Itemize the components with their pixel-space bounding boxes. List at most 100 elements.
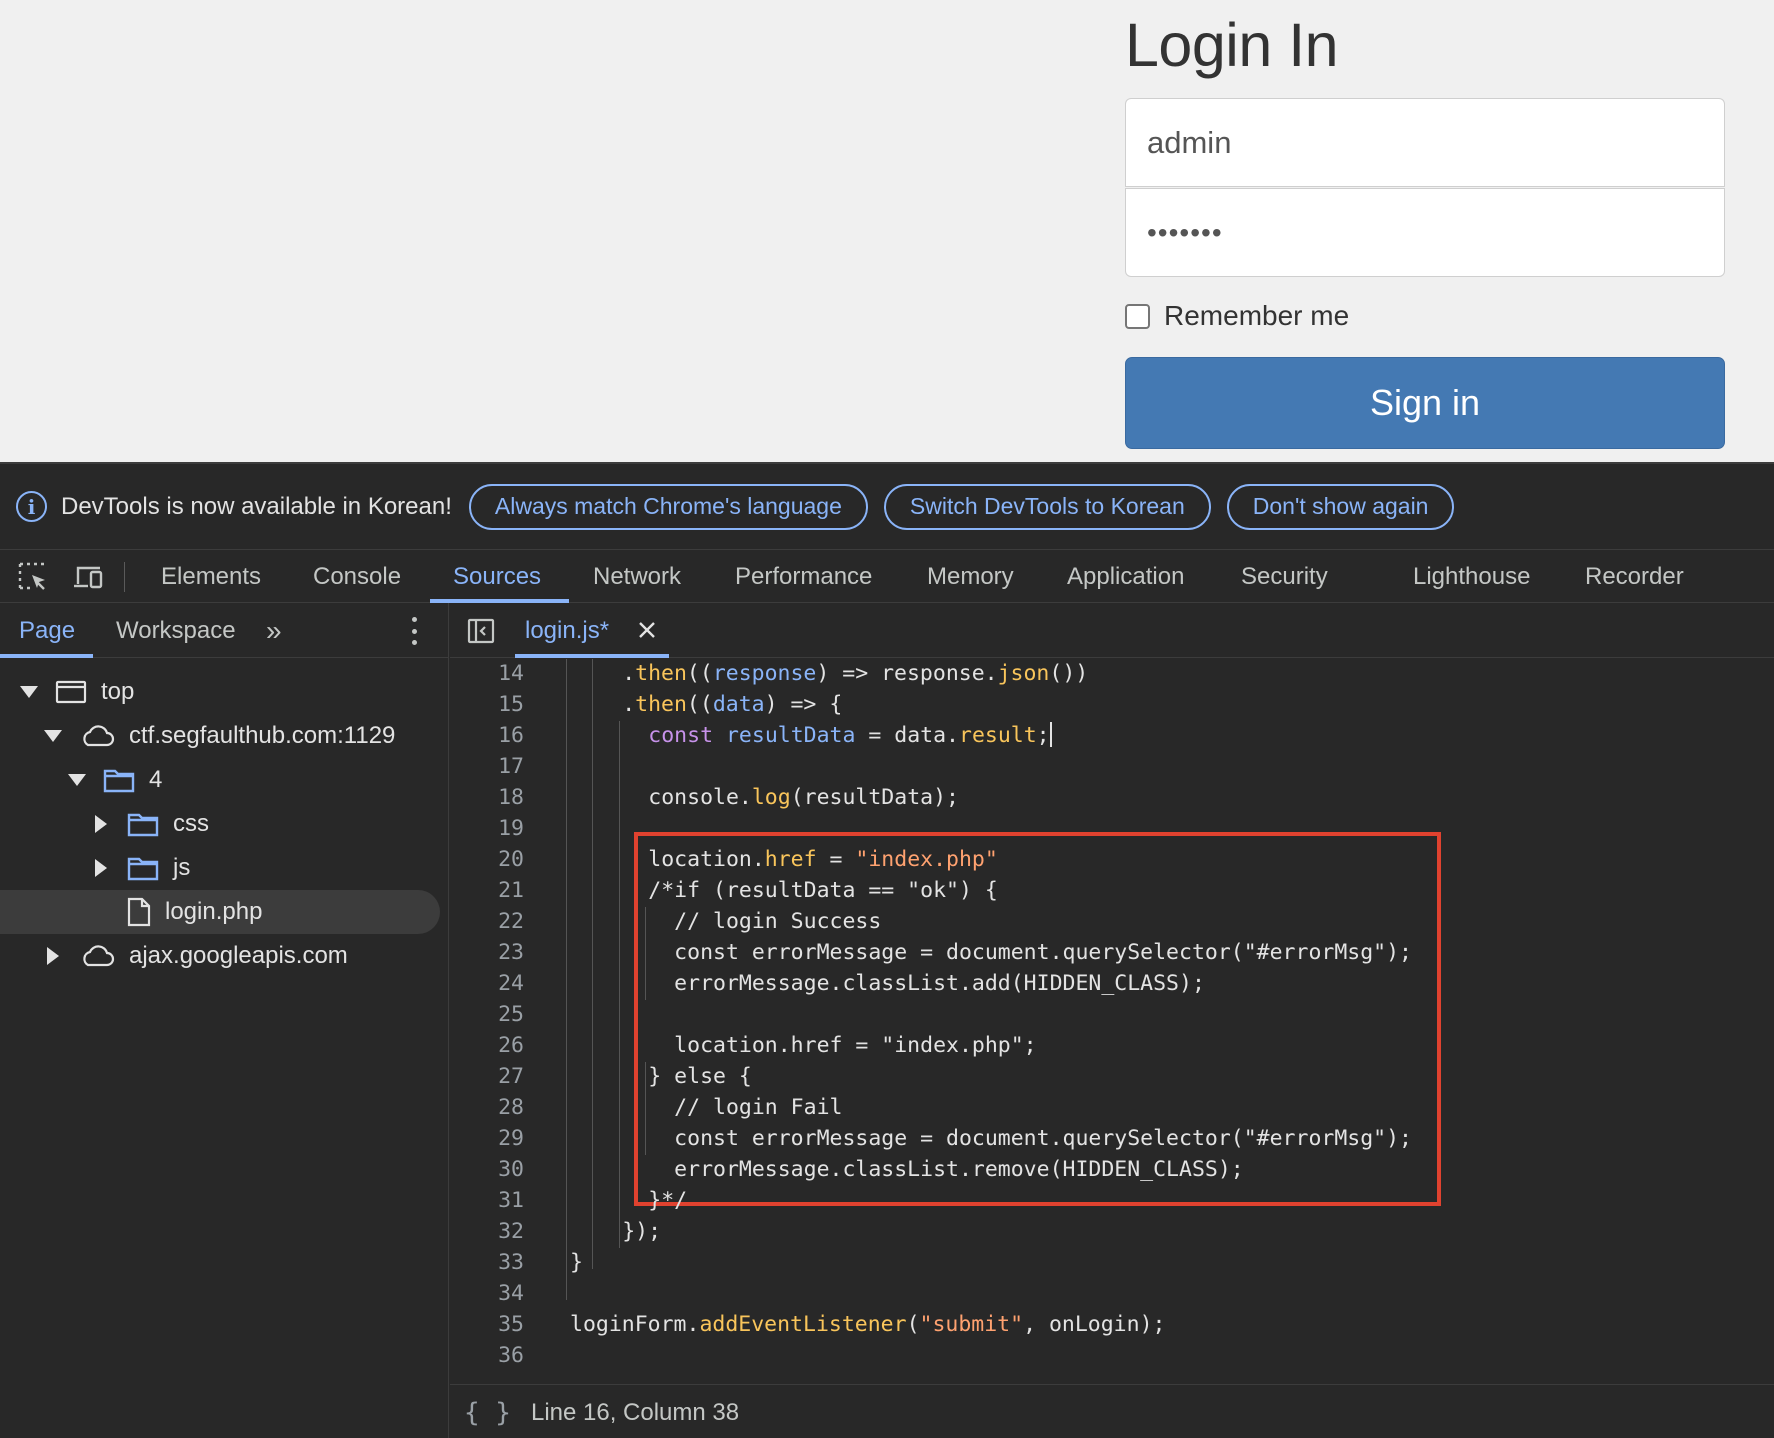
code-line[interactable]: 36 <box>450 1340 1774 1371</box>
dont-show-again-button[interactable]: Don't show again <box>1226 483 1455 530</box>
tab-lighthouse[interactable]: Lighthouse <box>1413 550 1530 603</box>
navigator-tab-workspace[interactable]: Workspace <box>116 603 236 658</box>
code-line[interactable]: 15 .then((data) => { <box>450 689 1774 720</box>
line-number[interactable]: 18 <box>450 782 524 813</box>
code-line[interactable]: 23 const errorMessage = document.querySe… <box>450 937 1774 968</box>
tab-sources[interactable]: Sources <box>453 550 541 603</box>
code-line[interactable]: 28 // login Fail <box>450 1092 1774 1123</box>
code-text: errorMessage.classList.remove(HIDDEN_CLA… <box>648 1154 1244 1185</box>
collapsed-arrow-icon[interactable] <box>89 856 113 880</box>
line-number[interactable]: 35 <box>450 1309 524 1340</box>
line-number[interactable]: 30 <box>450 1154 524 1185</box>
page-viewport: Login In admin ••••••• Remember me Sign … <box>0 0 1774 462</box>
line-number[interactable]: 14 <box>450 659 524 689</box>
code-line[interactable]: 30 errorMessage.classList.remove(HIDDEN_… <box>450 1154 1774 1185</box>
tab-application[interactable]: Application <box>1067 550 1184 603</box>
line-number[interactable]: 33 <box>450 1247 524 1278</box>
tree-item-css[interactable]: css <box>0 802 440 846</box>
code-token: (resultData); <box>790 785 959 810</box>
code-line[interactable]: 20 location.href = "index.php" <box>450 844 1774 875</box>
collapsed-arrow-icon[interactable] <box>89 812 113 836</box>
password-input[interactable]: ••••••• <box>1125 188 1725 277</box>
line-number[interactable]: 15 <box>450 689 524 720</box>
tree-item-domain[interactable]: ctf.segfaulthub.com:1129 <box>0 714 440 758</box>
code-line[interactable]: 14 .then((response) => response.json()) <box>450 659 1774 689</box>
line-number[interactable]: 25 <box>450 999 524 1030</box>
tree-item-googleapis[interactable]: ajax.googleapis.com <box>0 934 440 978</box>
line-number[interactable]: 28 <box>450 1092 524 1123</box>
device-toolbar-icon[interactable] <box>72 560 106 594</box>
code-line[interactable]: 33} <box>450 1247 1774 1278</box>
tab-console[interactable]: Console <box>313 550 401 603</box>
code-line[interactable]: 18 console.log(resultData); <box>450 782 1774 813</box>
switch-korean-button[interactable]: Switch DevTools to Korean <box>883 483 1211 530</box>
code-line[interactable]: 25 <box>450 999 1774 1030</box>
close-tab-icon[interactable] <box>634 617 660 643</box>
tab-recorder[interactable]: Recorder <box>1585 550 1684 603</box>
tree-item-top[interactable]: top <box>0 670 440 714</box>
more-options-icon[interactable] <box>408 617 420 645</box>
line-number[interactable]: 17 <box>450 751 524 782</box>
username-input[interactable]: admin <box>1125 98 1725 187</box>
tab-network[interactable]: Network <box>593 550 681 603</box>
code-line[interactable]: 26 location.href = "index.php"; <box>450 1030 1774 1061</box>
more-tabs-icon[interactable]: » <box>266 603 282 658</box>
signin-button[interactable]: Sign in <box>1125 357 1725 449</box>
line-number[interactable]: 23 <box>450 937 524 968</box>
line-number[interactable]: 16 <box>450 720 524 751</box>
code-token: addEventListener <box>699 1312 907 1337</box>
expand-arrow-icon[interactable] <box>65 768 89 792</box>
line-number[interactable]: 36 <box>450 1340 524 1371</box>
code-line[interactable]: 19 <box>450 813 1774 844</box>
line-number[interactable]: 29 <box>450 1123 524 1154</box>
code-line[interactable]: 16 const resultData = data.result; <box>450 720 1774 751</box>
code-text: const errorMessage = document.querySelec… <box>648 1123 1412 1154</box>
collapsed-arrow-icon[interactable] <box>41 944 65 968</box>
code-line[interactable]: 21 /*if (resultData == "ok") { <box>450 875 1774 906</box>
code-line[interactable]: 22 // login Success <box>450 906 1774 937</box>
code-text: // login Success <box>648 906 881 937</box>
tree-label: ctf.segfaulthub.com:1129 <box>129 722 396 749</box>
tree-item-js[interactable]: js <box>0 846 440 890</box>
remember-checkbox[interactable] <box>1125 303 1150 329</box>
line-number[interactable]: 26 <box>450 1030 524 1061</box>
navigator-tab-page[interactable]: Page <box>19 603 75 658</box>
line-number[interactable]: 34 <box>450 1278 524 1309</box>
code-token: location.href = "index.php"; <box>648 1033 1037 1058</box>
code-line[interactable]: 34 <box>450 1278 1774 1309</box>
file-tab-login-js[interactable]: login.js* <box>525 603 609 658</box>
line-number[interactable]: 19 <box>450 813 524 844</box>
line-number[interactable]: 32 <box>450 1216 524 1247</box>
line-number[interactable]: 27 <box>450 1061 524 1092</box>
code-line[interactable]: 35 loginForm.addEventListener("submit", o… <box>450 1309 1774 1340</box>
expand-arrow-icon[interactable] <box>17 680 41 704</box>
remember-me[interactable]: Remember me <box>1125 300 1349 332</box>
inspect-element-icon[interactable] <box>16 560 50 594</box>
tree-item-login-php[interactable]: login.php <box>0 890 440 934</box>
code-line[interactable]: 29 const errorMessage = document.querySe… <box>450 1123 1774 1154</box>
match-language-button[interactable]: Always match Chrome's language <box>468 483 868 530</box>
code-token: ) => response. <box>816 661 998 686</box>
code-line[interactable]: 31}*/ <box>450 1185 1774 1216</box>
tab-elements[interactable]: Elements <box>161 550 261 603</box>
line-number[interactable]: 20 <box>450 844 524 875</box>
line-number[interactable]: 22 <box>450 906 524 937</box>
tab-performance[interactable]: Performance <box>735 550 872 603</box>
code-token: const <box>648 723 714 748</box>
code-area[interactable]: 14 .then((response) => response.json()) 15… <box>450 659 1774 1384</box>
expand-arrow-icon[interactable] <box>41 724 65 748</box>
line-number[interactable]: 31 <box>450 1185 524 1216</box>
code-token: href <box>764 847 817 872</box>
toggle-navigator-icon[interactable] <box>467 617 495 650</box>
code-line[interactable]: 17 <box>450 751 1774 782</box>
code-line[interactable]: 24 errorMessage.classList.add(HIDDEN_CLA… <box>450 968 1774 999</box>
tab-security[interactable]: Security <box>1241 550 1328 603</box>
tree-item-folder-4[interactable]: 4 <box>0 758 440 802</box>
pretty-print-icon[interactable]: { } <box>464 1398 511 1428</box>
line-number[interactable]: 21 <box>450 875 524 906</box>
code-token: = <box>816 847 856 872</box>
tab-memory[interactable]: Memory <box>927 550 1014 603</box>
code-line[interactable]: 27} else { <box>450 1061 1774 1092</box>
code-line[interactable]: 32}); <box>450 1216 1774 1247</box>
line-number[interactable]: 24 <box>450 968 524 999</box>
